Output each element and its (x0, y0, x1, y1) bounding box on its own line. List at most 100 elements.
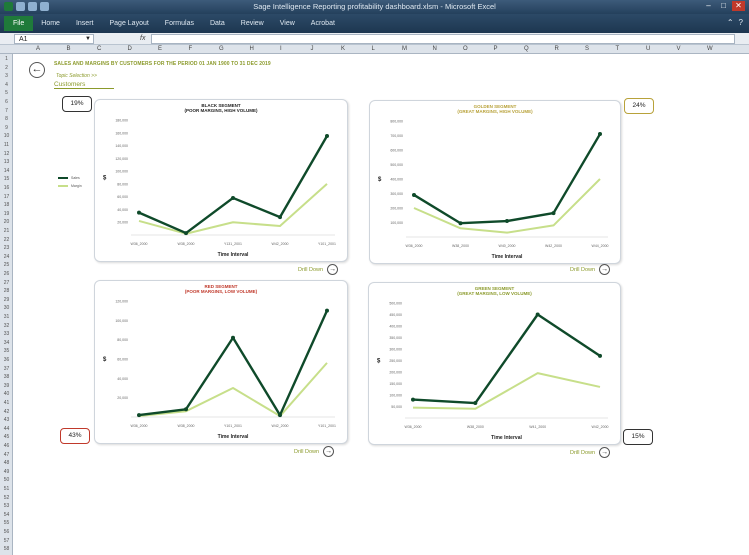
row-header-2[interactable]: 2 (0, 65, 13, 71)
drill-arrow-icon[interactable]: → (323, 446, 335, 457)
tab-formulas[interactable]: Formulas (157, 16, 202, 31)
row-header-17[interactable]: 17 (0, 194, 13, 200)
row-header-45[interactable]: 45 (0, 434, 13, 440)
black-drill-down[interactable]: Drill Down → (298, 264, 339, 275)
maximize-icon[interactable]: □ (717, 1, 730, 11)
row-header-32[interactable]: 32 (0, 323, 13, 329)
row-header-26[interactable]: 26 (0, 271, 13, 277)
row-header-33[interactable]: 33 (0, 331, 13, 337)
row-header-53[interactable]: 53 (0, 503, 13, 509)
row-header-21[interactable]: 21 (0, 228, 13, 234)
row-header-3[interactable]: 3 (0, 73, 13, 79)
column-header-l[interactable]: L (372, 45, 375, 54)
row-header-42[interactable]: 42 (0, 409, 13, 415)
tab-insert[interactable]: Insert (68, 16, 102, 31)
column-header-p[interactable]: P (494, 45, 498, 54)
row-header-51[interactable]: 51 (0, 486, 13, 492)
row-header-34[interactable]: 34 (0, 340, 13, 346)
row-header-57[interactable]: 57 (0, 538, 13, 544)
tab-home[interactable]: Home (33, 16, 68, 31)
help-icon[interactable]: ? (739, 18, 743, 27)
row-header-22[interactable]: 22 (0, 237, 13, 243)
row-header-50[interactable]: 50 (0, 477, 13, 483)
column-header-i[interactable]: I (280, 45, 282, 54)
row-header-52[interactable]: 52 (0, 495, 13, 501)
tab-data[interactable]: Data (202, 16, 233, 31)
green-drill-down[interactable]: Drill Down → (570, 447, 611, 458)
row-header-36[interactable]: 36 (0, 357, 13, 363)
row-header-35[interactable]: 35 (0, 348, 13, 354)
tab-file[interactable]: File (4, 16, 34, 31)
row-header-49[interactable]: 49 (0, 469, 13, 475)
row-header-11[interactable]: 11 (0, 142, 13, 148)
column-header-c[interactable]: C (97, 45, 101, 54)
row-header-43[interactable]: 43 (0, 417, 13, 423)
drill-arrow-icon[interactable]: → (599, 264, 611, 275)
column-header-e[interactable]: E (158, 45, 162, 54)
tab-page-layout[interactable]: Page Layout (101, 16, 156, 31)
column-header-j[interactable]: J (311, 45, 314, 54)
minimize-icon[interactable]: – (702, 1, 715, 11)
row-header-41[interactable]: 41 (0, 400, 13, 406)
row-header-38[interactable]: 38 (0, 374, 13, 380)
row-header-47[interactable]: 47 (0, 452, 13, 458)
column-header-b[interactable]: B (67, 45, 71, 54)
row-header-46[interactable]: 46 (0, 443, 13, 449)
close-icon[interactable]: ✕ (732, 1, 745, 11)
row-header-5[interactable]: 5 (0, 90, 13, 96)
row-header-30[interactable]: 30 (0, 305, 13, 311)
column-header-q[interactable]: Q (524, 45, 529, 54)
row-header-6[interactable]: 6 (0, 99, 13, 105)
row-header-23[interactable]: 23 (0, 245, 13, 251)
red-drill-down[interactable]: Drill Down → (294, 446, 335, 457)
column-header-r[interactable]: R (555, 45, 559, 54)
row-header-54[interactable]: 54 (0, 512, 13, 518)
back-arrow-icon[interactable]: ← (29, 62, 45, 78)
row-header-16[interactable]: 16 (0, 185, 13, 191)
row-header-44[interactable]: 44 (0, 426, 13, 432)
row-header-48[interactable]: 48 (0, 460, 13, 466)
golden-drill-down[interactable]: Drill Down → (570, 264, 611, 275)
row-header-9[interactable]: 9 (0, 125, 13, 131)
ribbon-collapse-icon[interactable]: ⌃ (727, 18, 734, 27)
row-header-58[interactable]: 58 (0, 546, 13, 552)
breadcrumb[interactable]: Topic Selection >> (56, 73, 97, 79)
drill-arrow-icon[interactable]: → (599, 447, 611, 458)
column-header-w[interactable]: W (707, 45, 713, 54)
column-header-u[interactable]: U (646, 45, 650, 54)
row-header-37[interactable]: 37 (0, 366, 13, 372)
row-header-40[interactable]: 40 (0, 391, 13, 397)
column-header-k[interactable]: K (341, 45, 345, 54)
row-header-7[interactable]: 7 (0, 108, 13, 114)
row-header-14[interactable]: 14 (0, 168, 13, 174)
chevron-down-icon[interactable]: ▼ (85, 35, 91, 44)
column-header-g[interactable]: G (219, 45, 224, 54)
column-header-a[interactable]: A (36, 45, 40, 54)
column-header-o[interactable]: O (463, 45, 468, 54)
row-header-10[interactable]: 10 (0, 133, 13, 139)
tab-acrobat[interactable]: Acrobat (303, 16, 343, 31)
tab-review[interactable]: Review (233, 16, 272, 31)
row-header-27[interactable]: 27 (0, 280, 13, 286)
column-header-d[interactable]: D (128, 45, 132, 54)
column-header-t[interactable]: T (616, 45, 620, 54)
row-header-20[interactable]: 20 (0, 219, 13, 225)
row-header-15[interactable]: 15 (0, 176, 13, 182)
row-header-29[interactable]: 29 (0, 297, 13, 303)
column-header-h[interactable]: H (250, 45, 254, 54)
row-header-19[interactable]: 19 (0, 211, 13, 217)
tab-view[interactable]: View (272, 16, 303, 31)
fx-icon[interactable]: fx (140, 35, 145, 42)
row-header-4[interactable]: 4 (0, 82, 13, 88)
row-header-8[interactable]: 8 (0, 116, 13, 122)
name-box[interactable]: A1 ▼ (14, 33, 94, 44)
column-header-f[interactable]: F (189, 45, 193, 54)
drill-arrow-icon[interactable]: → (327, 264, 339, 275)
row-header-24[interactable]: 24 (0, 254, 13, 260)
row-header-13[interactable]: 13 (0, 159, 13, 165)
row-header-56[interactable]: 56 (0, 529, 13, 535)
section-customers[interactable]: Customers (54, 81, 114, 89)
worksheet[interactable]: ← SALES AND MARGINS BY CUSTOMERS FOR THE… (14, 54, 749, 555)
row-header-18[interactable]: 18 (0, 202, 13, 208)
row-header-25[interactable]: 25 (0, 262, 13, 268)
